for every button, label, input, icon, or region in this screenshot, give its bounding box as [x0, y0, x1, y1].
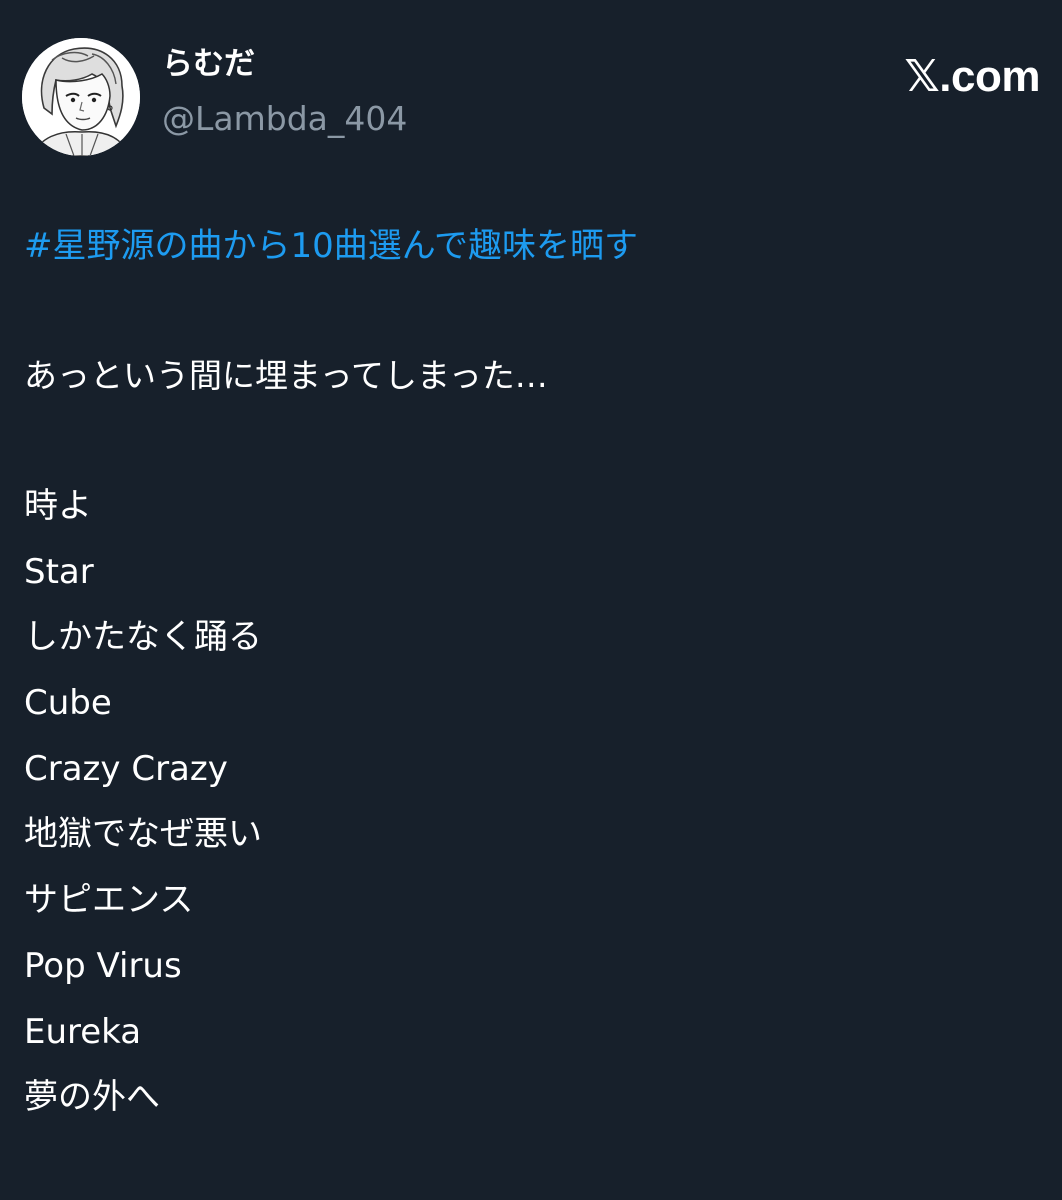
song-item: Crazy Crazy: [24, 748, 228, 789]
song-item: 地獄でなぜ悪い: [24, 814, 262, 855]
song-item: Eureka: [24, 1011, 142, 1052]
song-item: Cube: [24, 683, 112, 724]
song-item: しかたなく踊る: [24, 617, 262, 658]
song-item: Star: [24, 551, 94, 592]
song-item: Pop Virus: [24, 945, 182, 986]
post-header: らむだ @Lambda_404 𝕏.com: [22, 38, 1040, 156]
hashtag-link[interactable]: #星野源の曲から10曲選んで趣味を晒す: [24, 214, 1034, 278]
post-body: #星野源の曲から10曲選んで趣味を晒す あっという間に埋まってしまった… 時よ …: [24, 214, 1034, 1131]
author-handle[interactable]: @Lambda_404: [162, 98, 407, 140]
post-caption: あっという間に埋まってしまった…: [24, 356, 548, 395]
avatar[interactable]: [22, 38, 140, 156]
song-item: サピエンス: [24, 880, 194, 921]
avatar-illustration: [22, 38, 140, 156]
x-logo-icon: 𝕏.com: [904, 52, 1040, 101]
song-item: 夢の外へ: [24, 1077, 160, 1118]
author-display-name[interactable]: らむだ: [162, 44, 255, 84]
song-item: 時よ: [24, 486, 92, 526]
song-list: 時よ Star しかたなく踊る Cube Crazy Crazy 地獄でなぜ悪い…: [24, 474, 1034, 1131]
